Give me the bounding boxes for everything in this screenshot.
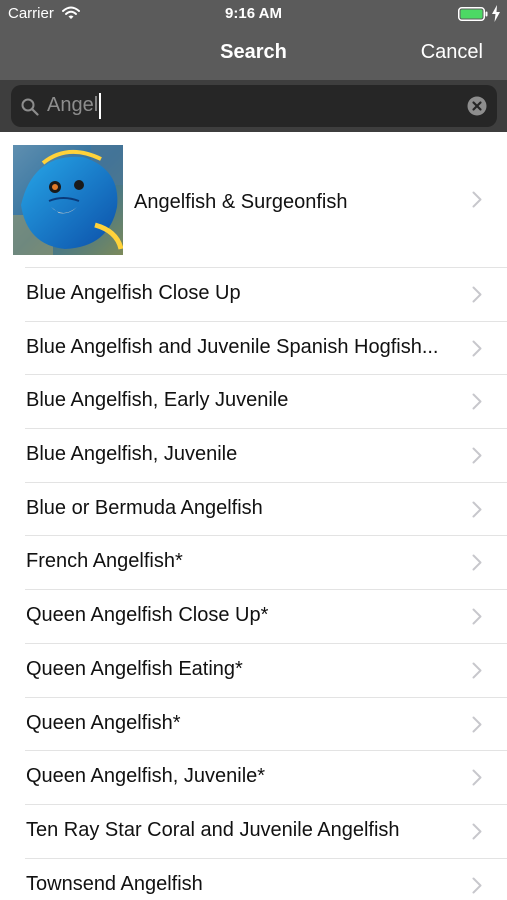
list-item[interactable]: Queen Angelfish* [0, 696, 507, 751]
battery-icon [458, 7, 488, 21]
chevron-right-icon [472, 769, 482, 786]
status-bar: Carrier 9:16 AM [0, 0, 507, 28]
list-item-label: Townsend Angelfish [26, 872, 203, 895]
list-item[interactable]: Blue or Bermuda Angelfish [0, 481, 507, 536]
list-item[interactable]: Blue Angelfish, Juvenile [0, 428, 507, 482]
list-item-label: Queen Angelfish Close Up* [26, 604, 269, 627]
chevron-right-icon [472, 823, 482, 840]
navigation-bar: Search Cancel [0, 28, 507, 80]
text-cursor [99, 93, 101, 119]
charging-bolt-icon [492, 5, 500, 22]
search-bar: Angel [0, 80, 507, 132]
list-item[interactable]: French Angelfish* [0, 535, 507, 590]
cancel-button[interactable]: Cancel [421, 41, 483, 64]
chevron-right-icon [472, 340, 482, 357]
list-item-label: Queen Angelfish, Juvenile* [26, 765, 266, 788]
category-label: Angelfish & Surgeonfish [134, 191, 348, 213]
list-item-label: Queen Angelfish Eating* [26, 657, 243, 680]
list-item[interactable]: Townsend Angelfish [0, 857, 507, 900]
list-item[interactable]: Blue Angelfish and Juvenile Spanish Hogf… [0, 320, 507, 375]
list-item-label: Blue Angelfish Close Up [26, 282, 241, 304]
clear-search-icon[interactable] [467, 96, 487, 116]
search-query-text: Angel [47, 94, 99, 116]
list-item[interactable]: Queen Angelfish Close Up* [0, 589, 507, 643]
search-input[interactable]: Angel [11, 85, 497, 127]
chevron-right-icon [472, 191, 482, 208]
chevron-right-icon [472, 501, 482, 518]
list-item-label: French Angelfish* [26, 550, 183, 573]
chevron-right-icon [472, 877, 482, 894]
list-item[interactable]: Ten Ray Star Coral and Juvenile Angelfis… [0, 803, 507, 858]
chevron-right-icon [472, 554, 482, 571]
search-icon [21, 98, 39, 116]
search-results-list: Angelfish & Surgeonfish Blue Angelfish C… [0, 133, 507, 900]
category-row-angelfish-surgeonfish[interactable]: Angelfish & Surgeonfish [0, 133, 507, 267]
chevron-right-icon [472, 716, 482, 732]
list-item-label: Blue Angelfish and Juvenile Spanish Hogf… [26, 335, 439, 358]
chevron-right-icon [472, 608, 482, 625]
list-item[interactable]: Queen Angelfish, Juvenile* [0, 750, 507, 804]
angelfish-thumbnail [13, 145, 123, 255]
list-item-label: Queen Angelfish* [26, 711, 181, 734]
search-screen: Carrier 9:16 AM Search Cancel Angel Ange… [0, 0, 507, 900]
status-time: 9:16 AM [225, 5, 282, 22]
list-item-label: Blue Angelfish, Early Juvenile [26, 389, 289, 412]
list-item[interactable]: Blue Angelfish, Early Juvenile [0, 374, 507, 429]
list-item-label: Ten Ray Star Coral and Juvenile Angelfis… [26, 818, 400, 841]
list-item[interactable]: Blue Angelfish Close Up [0, 267, 507, 321]
list-item-label: Blue Angelfish, Juvenile [26, 443, 238, 466]
chevron-right-icon [472, 662, 482, 679]
chevron-right-icon [472, 286, 482, 303]
list-item[interactable]: Queen Angelfish Eating* [0, 642, 507, 697]
list-item-label: Blue or Bermuda Angelfish [26, 496, 263, 519]
chevron-right-icon [472, 393, 482, 410]
chevron-right-icon [472, 447, 482, 464]
